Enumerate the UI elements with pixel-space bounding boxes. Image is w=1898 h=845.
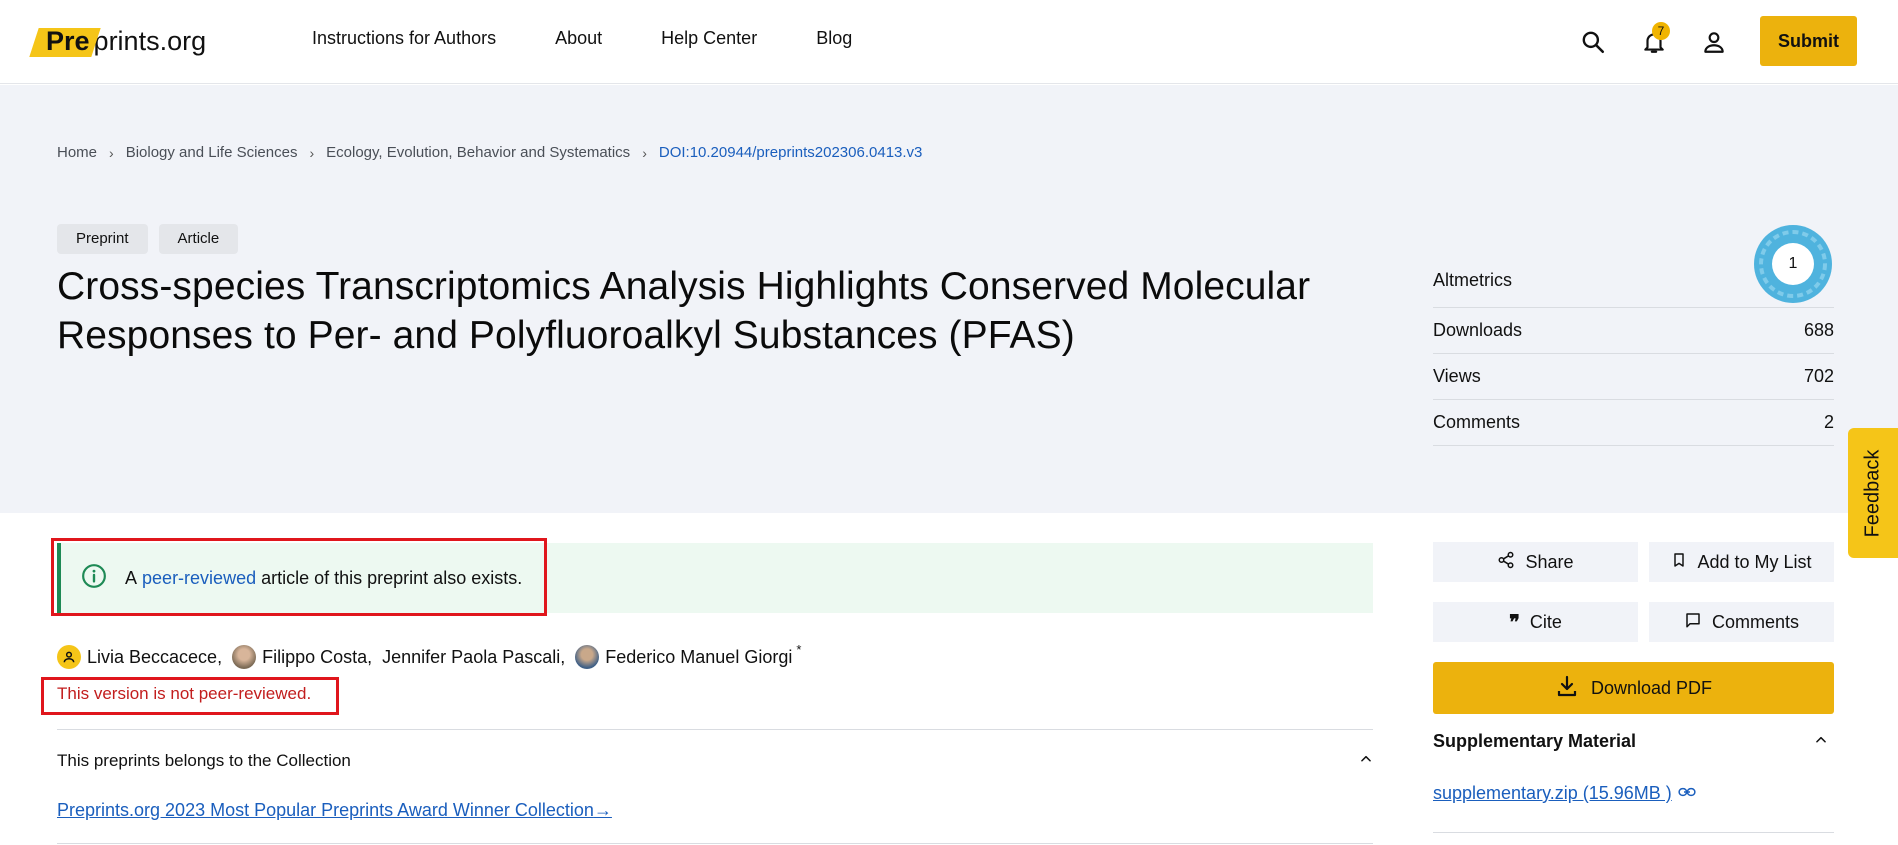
breadcrumb: Home › Biology and Life Sciences › Ecolo…	[57, 144, 922, 161]
link-icon	[1678, 783, 1696, 804]
author-avatar	[575, 645, 600, 669]
tag-article: Article	[158, 224, 239, 254]
feedback-label: Feedback	[1861, 449, 1884, 537]
nav-about[interactable]: About	[555, 28, 602, 49]
metric-value: 702	[1803, 366, 1834, 386]
nav-instructions-for-authors[interactable]: Instructions for Authors	[312, 28, 496, 49]
metric-value: 688	[1803, 320, 1834, 340]
metric-label: Views	[1433, 366, 1481, 386]
author-item[interactable]: Jennifer Paola Pascali,	[382, 647, 565, 668]
cite-button[interactable]: ❞ Cite	[1433, 602, 1638, 642]
supplementary-file-label: supplementary.zip (15.96MB )	[1433, 783, 1672, 803]
share-icon	[1497, 551, 1515, 574]
chevron-up-icon[interactable]	[1359, 751, 1373, 771]
nav-blog[interactable]: Blog	[816, 28, 852, 49]
download-pdf-button[interactable]: Download PDF	[1433, 662, 1834, 714]
add-to-list-label: Add to My List	[1697, 551, 1812, 572]
metric-comments: Comments 2	[1433, 400, 1834, 446]
author-list: Livia Beccacece, Filippo Costa, Jennifer…	[57, 641, 811, 669]
chevron-right-icon: ›	[309, 144, 315, 161]
metric-label: Altmetrics	[1433, 270, 1513, 290]
metrics-panel: Altmetrics Downloads 688 Views 702 Comme…	[1433, 254, 1834, 446]
author-item[interactable]: Livia Beccacece,	[57, 645, 222, 669]
author-avatar	[57, 645, 81, 669]
metric-label: Comments	[1433, 412, 1521, 432]
author-name: Livia Beccacece,	[87, 646, 223, 667]
nav-help-center[interactable]: Help Center	[661, 28, 757, 49]
logo-pre-text: Pre	[34, 26, 94, 57]
metric-views: Views 702	[1433, 354, 1834, 400]
chevron-right-icon: ›	[642, 144, 647, 161]
metric-altmetrics: Altmetrics	[1433, 254, 1834, 308]
user-account-icon[interactable]	[1696, 24, 1732, 60]
top-navigation-bar: Pre prints.org Instructions for Authors …	[0, 0, 1898, 84]
comments-button[interactable]: Comments	[1649, 602, 1834, 642]
search-icon[interactable]	[1575, 24, 1611, 60]
main-nav: Instructions for Authors About Help Cent…	[312, 28, 852, 49]
author-name: Filippo Costa,	[262, 646, 373, 667]
author-item[interactable]: Filippo Costa,	[232, 645, 372, 669]
comments-label: Comments	[1711, 611, 1800, 632]
share-button[interactable]: Share	[1433, 542, 1638, 582]
metric-downloads: Downloads 688	[1433, 308, 1834, 354]
highlight-box-notice	[51, 538, 547, 616]
supplementary-accordion-header[interactable]: Supplementary Material	[1433, 731, 1834, 752]
highlight-box-warning	[41, 677, 339, 715]
add-to-list-button[interactable]: Add to My List	[1649, 542, 1834, 582]
notification-count-badge: 7	[1652, 22, 1670, 40]
tag-preprint: Preprint	[57, 224, 148, 254]
collection-heading: This preprints belongs to the Collection	[57, 750, 351, 770]
download-pdf-label: Download PDF	[1590, 677, 1713, 698]
divider	[57, 843, 1373, 844]
breadcrumb-biology[interactable]: Biology and Life Sciences	[126, 144, 298, 161]
collection-link[interactable]: Preprints.org 2023 Most Popular Preprint…	[57, 800, 612, 821]
bookmark-icon	[1671, 551, 1687, 574]
author-name: Jennifer Paola Pascali,	[382, 646, 566, 667]
collection-link-text: Preprints.org 2023 Most Popular Preprint…	[57, 800, 594, 820]
corresponding-author-mark: *	[796, 641, 802, 657]
chevron-right-icon: ›	[109, 144, 114, 161]
supplementary-file-link[interactable]: supplementary.zip (15.96MB )	[1433, 783, 1696, 804]
metric-label: Downloads	[1433, 320, 1523, 340]
preprints-logo[interactable]: Pre prints.org	[34, 24, 206, 58]
quote-icon: ❞	[1509, 610, 1520, 634]
chevron-up-icon[interactable]	[1814, 731, 1828, 752]
submit-button[interactable]: Submit	[1760, 16, 1857, 66]
share-label: Share	[1525, 551, 1574, 572]
author-avatar	[232, 645, 257, 669]
metric-value: 2	[1823, 412, 1834, 432]
author-item[interactable]: Federico Manuel Giorgi *	[575, 641, 802, 669]
logo-rest-text: prints.org	[93, 25, 207, 56]
author-name: Federico Manuel Giorgi	[605, 646, 793, 667]
comment-icon	[1684, 611, 1702, 634]
collection-accordion-header[interactable]: This preprints belongs to the Collection	[57, 729, 1373, 791]
supplementary-heading: Supplementary Material	[1433, 731, 1637, 751]
arrow-right-icon: →	[593, 800, 612, 820]
article-title: Cross-species Transcriptomics Analysis H…	[57, 265, 1311, 357]
download-icon	[1555, 674, 1579, 703]
article-tags: Preprint Article	[57, 224, 239, 254]
cite-label: Cite	[1529, 611, 1562, 632]
divider	[1433, 832, 1834, 833]
breadcrumb-doi[interactable]: DOI:10.20944/preprints202306.0413.v3	[659, 144, 923, 161]
feedback-tab[interactable]: Feedback	[1848, 428, 1898, 558]
breadcrumb-home[interactable]: Home	[57, 144, 97, 161]
notification-bell-icon[interactable]: 7	[1636, 22, 1672, 60]
breadcrumb-ecology[interactable]: Ecology, Evolution, Behavior and Systema…	[326, 144, 630, 161]
